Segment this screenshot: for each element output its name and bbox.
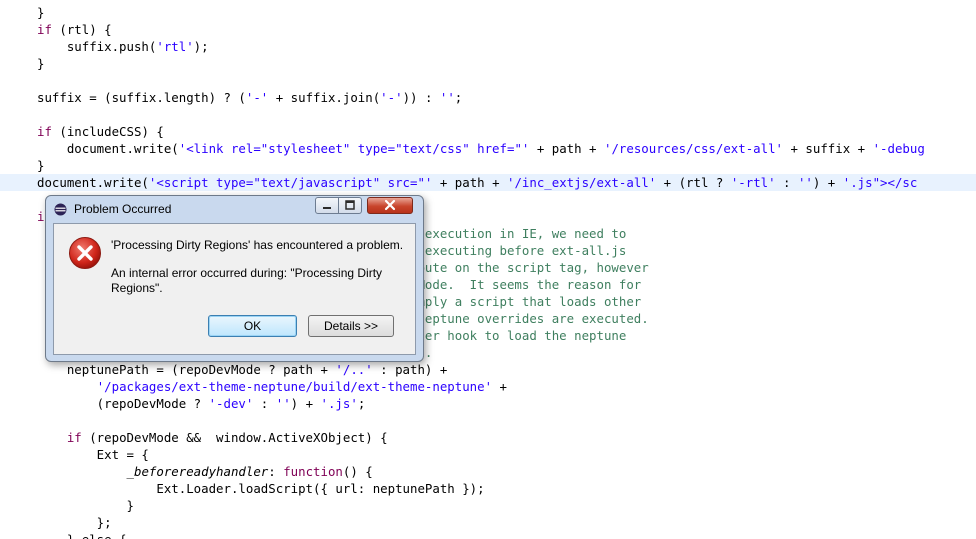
code-token: document.write(	[37, 175, 149, 190]
code-token: ) +	[290, 396, 321, 411]
code-token: );	[193, 39, 209, 54]
code-token: '/..'	[335, 362, 373, 377]
details-button[interactable]: Details >>	[308, 315, 394, 337]
code-line[interactable]: suffix = (suffix.length) ? ('-' + suffix…	[0, 89, 976, 106]
code-line[interactable]: if (includeCSS) {	[0, 123, 976, 140]
code-token: '/resources/css/ext-all'	[603, 141, 784, 156]
code-token: (rtl) {	[51, 22, 112, 37]
code-token: ''	[439, 90, 455, 105]
code-token: '<script type="text/javascript" src="'	[148, 175, 433, 190]
code-token: suffix.push(	[37, 39, 157, 54]
code-token: + path +	[529, 141, 604, 156]
code-token: if	[37, 22, 52, 37]
code-token: document.write(	[37, 141, 179, 156]
code-token: function	[283, 464, 343, 479]
code-token: '<link rel="stylesheet" type="text/css" …	[178, 141, 530, 156]
code-token: + suffix +	[783, 141, 873, 156]
close-button[interactable]	[367, 197, 413, 214]
code-line[interactable]: };	[0, 514, 976, 531]
code-line[interactable]: document.write('<script type="text/javas…	[0, 174, 976, 191]
code-line[interactable]: '/packages/ext-theme-neptune/build/ext-t…	[0, 378, 976, 395]
code-token: :	[268, 464, 284, 479]
code-line[interactable]: (repoDevMode ? '-dev' : '') + '.js';	[0, 395, 976, 412]
code-line[interactable]	[0, 106, 976, 123]
code-line[interactable]	[0, 72, 976, 89]
code-token: Ext.Loader.loadScript({ url: neptunePath…	[37, 481, 485, 496]
code-token: '-'	[380, 90, 403, 105]
code-token: (includeCSS) {	[51, 124, 164, 139]
code-line[interactable]: }	[0, 157, 976, 174]
code-line[interactable]: Ext = {	[0, 446, 976, 463]
code-line[interactable]: neptunePath = (repoDevMode ? path + '/..…	[0, 361, 976, 378]
code-line[interactable]: suffix.push('rtl');	[0, 38, 976, 55]
eclipse-icon	[54, 203, 67, 216]
error-icon	[69, 237, 101, 269]
code-line[interactable]: Ext.Loader.loadScript({ url: neptunePath…	[0, 480, 976, 497]
code-token: '-rtl'	[730, 175, 776, 190]
code-token: () {	[342, 464, 373, 479]
dialog-title: Problem Occurred	[74, 202, 172, 216]
dialog-body: 'Processing Dirty Regions' has encounter…	[53, 223, 416, 355]
close-icon	[384, 199, 396, 211]
code-token: ) +	[812, 175, 843, 190]
code-line[interactable]: }	[0, 4, 976, 21]
code-line[interactable]: if (rtl) {	[0, 21, 976, 38]
maximize-button[interactable]	[338, 197, 362, 214]
code-token: ''	[797, 175, 813, 190]
error-detail: An internal error occurred during: "Proc…	[111, 266, 383, 295]
code-token: }	[37, 56, 45, 71]
code-token: '-debug	[872, 141, 925, 156]
code-token: } else {	[37, 532, 127, 539]
code-token: ;	[454, 90, 463, 105]
code-token: )) :	[402, 90, 440, 105]
code-token: }	[37, 158, 45, 173]
code-token: }	[37, 5, 45, 20]
code-line[interactable]: } else {	[0, 531, 976, 539]
code-token: '-'	[245, 90, 269, 105]
code-token: Ext = {	[37, 447, 149, 462]
code-token: if	[37, 124, 52, 139]
code-token: (repoDevMode ?	[37, 396, 209, 411]
code-token: if	[66, 430, 82, 445]
code-token: + path +	[432, 175, 507, 190]
code-token: suffix = (suffix.length) ? (	[37, 90, 246, 105]
code-token: ;	[357, 396, 366, 411]
code-token: ''	[275, 396, 291, 411]
code-line[interactable]: document.write('<link rel="stylesheet" t…	[0, 140, 976, 157]
code-token: 'rtl'	[156, 39, 194, 54]
code-token: }	[37, 498, 134, 513]
code-token: :	[253, 396, 276, 411]
code-line[interactable]: }	[0, 55, 976, 72]
code-token: neptunePath = (repoDevMode ? path +	[37, 362, 336, 377]
code-token: '/inc_extjs/ext-all'	[507, 175, 657, 190]
ok-button[interactable]: OK	[208, 315, 297, 337]
error-heading: 'Processing Dirty Regions' has encounter…	[111, 238, 404, 252]
minimize-icon	[323, 207, 331, 209]
code-line[interactable]: }	[0, 497, 976, 514]
code-line[interactable]	[0, 412, 976, 429]
code-line[interactable]: _beforereadyhandler: function() {	[0, 463, 976, 480]
code-token: + suffix.join(	[268, 90, 381, 105]
code-line[interactable]: if (repoDevMode && window.ActiveXObject)…	[0, 429, 976, 446]
code-token: '-dev'	[208, 396, 254, 411]
code-token: _beforereadyhandler	[126, 464, 269, 479]
code-token: '/packages/ext-theme-neptune/build/ext-t…	[96, 379, 493, 394]
code-token: };	[37, 515, 112, 530]
problem-occurred-dialog: Problem Occurred 'Processing Dirty Regio…	[45, 195, 424, 362]
code-token: + (rtl ?	[656, 175, 731, 190]
code-token: : path) +	[372, 362, 448, 377]
code-token: +	[492, 379, 507, 394]
code-token: '.js'	[320, 396, 358, 411]
code-token: (repoDevMode && window.ActiveXObject) {	[81, 430, 388, 445]
code-token: :	[775, 175, 798, 190]
dialog-titlebar[interactable]: Problem Occurred	[46, 196, 423, 222]
code-token: '.js"></sc	[842, 175, 918, 190]
minimize-button[interactable]	[315, 197, 339, 214]
maximize-icon	[345, 200, 355, 210]
